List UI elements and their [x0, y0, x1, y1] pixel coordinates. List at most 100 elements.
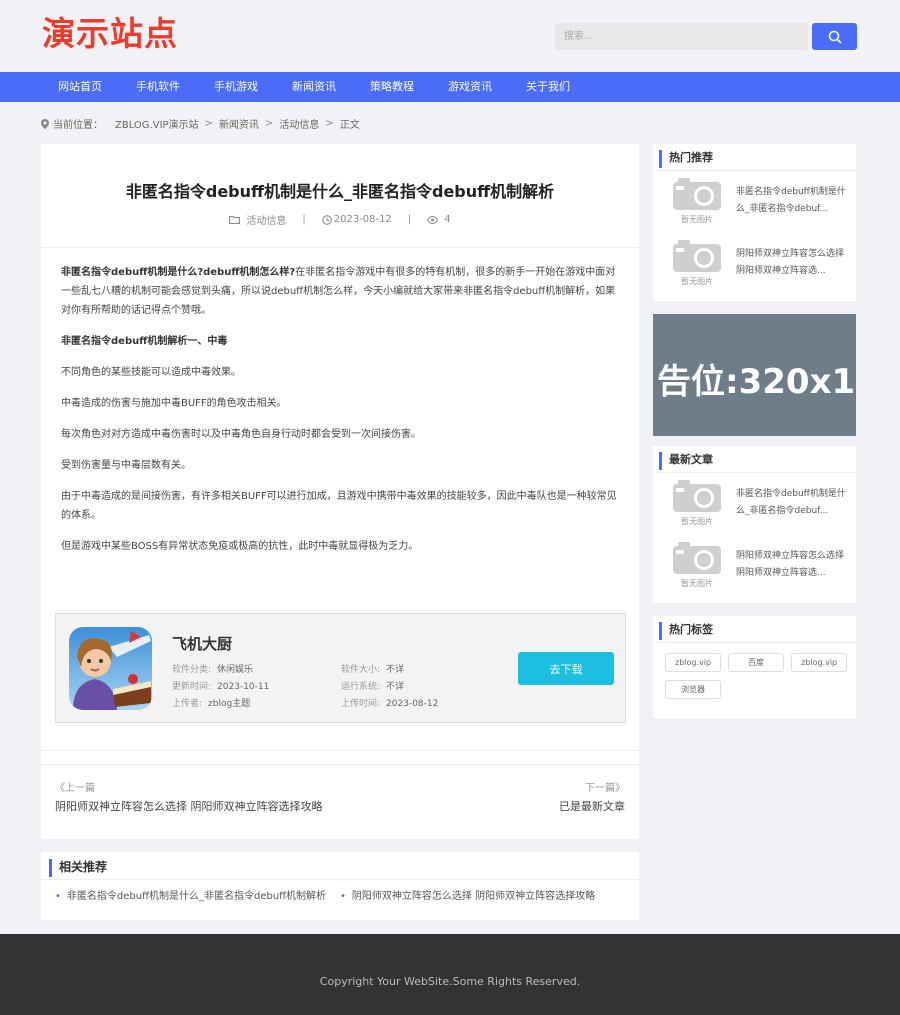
meta-separator: |	[302, 214, 306, 225]
hot-recommend-title: 热门推荐	[659, 150, 713, 168]
app-upload-time: 上传时间: 2023-08-12	[341, 699, 439, 709]
article-lead-bold: 非匿名指令debuff机制是什么?debuff机制怎么样?	[61, 267, 296, 278]
related-item[interactable]: • 阴阳师双神立阵容怎么选择 阴阳师双神立阵容选择攻略	[340, 887, 595, 902]
latest-articles-title: 最新文章	[659, 452, 713, 470]
nav-item-news[interactable]: 新闻资讯	[275, 72, 353, 102]
breadcrumb-separator: >	[204, 118, 213, 129]
hot-item[interactable]: 暂无图片 非匿名指令debuff机制是什么_非匿名指令debuf...	[653, 177, 856, 233]
hot-recommend-panel: 热门推荐 暂无图片 非匿名指令debuff机制是什么_非匿名指令debuf...…	[653, 144, 856, 301]
bullet-icon: •	[340, 891, 346, 902]
hot-tags-title: 热门标签	[659, 622, 713, 640]
camera-icon	[673, 178, 721, 210]
main-nav: 网站首页 手机软件 手机游戏 新闻资讯 策略教程 游戏资讯 关于我们	[0, 72, 900, 102]
eye-icon	[427, 215, 439, 224]
latest-item-title[interactable]: 非匿名指令debuff机制是什么_非匿名指令debuf...	[736, 486, 851, 520]
nav-item-about[interactable]: 关于我们	[509, 72, 587, 102]
camera-icon	[673, 240, 721, 272]
related-title: 相关推荐	[49, 859, 107, 877]
app-name: 飞机大厨	[172, 635, 233, 653]
latest-item[interactable]: 暂无图片 阴阳师双神立阵容怎么选择 阴阳师双神立阵容选...	[653, 541, 856, 597]
search-input[interactable]	[555, 23, 808, 50]
divider	[41, 879, 639, 880]
breadcrumb-current: 正文	[339, 120, 360, 131]
latest-item[interactable]: 暂无图片 非匿名指令debuff机制是什么_非匿名指令debuf...	[653, 479, 856, 535]
next-article-link: 已是最新文章	[559, 800, 625, 813]
nav-item-game-news[interactable]: 游戏资讯	[431, 72, 509, 102]
app-os: 运行系统: 不详	[341, 682, 405, 692]
divider	[653, 170, 856, 171]
divider	[41, 764, 639, 765]
app-icon[interactable]	[69, 627, 152, 710]
nav-item-home[interactable]: 网站首页	[41, 72, 119, 102]
article-subheading: 非匿名指令debuff机制解析一、中毒	[61, 336, 228, 347]
folder-icon	[229, 216, 241, 224]
bullet-icon: •	[55, 891, 61, 902]
article-date: 2023-08-12	[333, 214, 392, 225]
app-download-card: 飞机大厨 软件分类: 休闲娱乐 软件大小: 不详 更新时间: 2023-10-11 运…	[55, 613, 626, 723]
meta-separator: |	[407, 214, 412, 225]
app-size: 软件大小: 不详	[341, 665, 405, 675]
hot-item[interactable]: 暂无图片 阴阳师双神立阵容怎么选择 阴阳师双神立阵容选...	[653, 239, 856, 295]
article-paragraph: 不同角色的某些技能可以造成中毒效果。	[61, 367, 241, 378]
site-footer: Copyright Your WebSite.Some Rights Reser…	[0, 934, 900, 1015]
article-body: 非匿名指令debuff机制是什么?debuff机制怎么样?在非匿名指令游戏中有很…	[61, 263, 621, 568]
search-icon	[828, 30, 842, 44]
placeholder-thumbnail: 暂无图片	[668, 479, 726, 535]
download-button[interactable]: 去下载	[518, 652, 614, 685]
nav-item-mobile-software[interactable]: 手机软件	[119, 72, 197, 102]
article-paragraph: 但是游戏中某些BOSS有异常状态免疫或极高的抗性，此时中毒就显得极为乏力。	[61, 541, 419, 552]
breadcrumb-news[interactable]: 新闻资讯	[219, 116, 259, 131]
app-uploader: 上传者: zblog主题	[172, 699, 251, 709]
breadcrumb-separator: >	[264, 118, 274, 129]
ad-banner[interactable]: 告位:320x1	[653, 314, 856, 436]
article-paragraph: 受到伤害量与中毒层数有关。	[61, 460, 191, 471]
search-button[interactable]	[812, 23, 857, 50]
location-pin-icon	[41, 118, 49, 129]
article-paragraph: 中毒造成的伤害与施加中毒BUFF的角色攻击相关。	[61, 398, 287, 409]
article-category[interactable]: 活动信息	[246, 212, 286, 227]
divider	[41, 750, 639, 751]
article-title: 非匿名指令debuff机制是什么_非匿名指令debuff机制解析	[125, 182, 555, 201]
clock-icon	[321, 214, 332, 225]
app-updated: 更新时间: 2023-10-11	[172, 682, 270, 692]
tag[interactable]: 浏览器	[665, 680, 721, 699]
article-lead: 非匿名指令debuff机制是什么?debuff机制怎么样?在非匿名指令游戏中有很…	[61, 263, 621, 320]
hot-tags-panel: 热门标签 zblog.vip 百度 zblog.vip 浏览器	[653, 616, 856, 718]
placeholder-thumbnail: 暂无图片	[668, 177, 726, 233]
article-paragraph: 每次角色对对方造成中毒伤害时以及中毒角色自身行动时都会受到一次间接伤害。	[61, 429, 421, 440]
breadcrumb: 当前位置： ZBLOG.VIP演示站 > 新闻资讯 > 活动信息 > 正文	[41, 116, 360, 131]
nav-item-guides[interactable]: 策略教程	[353, 72, 431, 102]
tag[interactable]: zblog.vip	[791, 653, 848, 672]
latest-articles-panel: 最新文章 暂无图片 非匿名指令debuff机制是什么_非匿名指令debuf...…	[653, 446, 856, 603]
camera-icon	[673, 542, 721, 574]
breadcrumb-activity[interactable]: 活动信息	[279, 116, 319, 131]
placeholder-thumbnail: 暂无图片	[668, 239, 726, 295]
hot-item-title[interactable]: 非匿名指令debuff机制是什么_非匿名指令debuf...	[736, 184, 851, 218]
ad-text: 告位:320x1	[657, 362, 856, 402]
placeholder-thumbnail: 暂无图片	[668, 541, 726, 597]
nav-item-mobile-games[interactable]: 手机游戏	[197, 72, 275, 102]
app-category: 软件分类: 休闲娱乐	[172, 665, 254, 675]
article-paragraph: 由于中毒造成的是间接伤害，有许多相关BUFF可以进行加成，且游戏中携带中毒效果的…	[61, 491, 617, 521]
breadcrumb-label: 当前位置：	[53, 120, 103, 131]
divider	[653, 472, 856, 473]
site-logo[interactable]: 演示站点	[42, 14, 178, 54]
copyright-text: Copyright Your WebSite.Some Rights Reser…	[319, 975, 581, 988]
divider	[653, 642, 856, 643]
camera-icon	[673, 480, 721, 512]
breadcrumb-separator: >	[325, 118, 334, 129]
next-article-label: 下一篇》	[585, 783, 625, 794]
prev-article-label: 《上一篇	[55, 783, 95, 794]
breadcrumb-home[interactable]: ZBLOG.VIP演示站	[115, 116, 199, 131]
article-views: 4	[444, 214, 451, 225]
prev-article-link[interactable]: 阴阳师双神立阵容怎么选择 阴阳师双神立阵容选择攻略	[55, 798, 323, 814]
site-header: 演示站点	[0, 0, 900, 72]
tag-list: zblog.vip 百度 zblog.vip 浏览器	[665, 653, 850, 699]
article-meta: 活动信息 | 2023-08-12 | 4	[41, 212, 639, 227]
hot-item-title[interactable]: 阴阳师双神立阵容怎么选择 阴阳师双神立阵容选...	[736, 246, 851, 280]
related-item[interactable]: • 非匿名指令debuff机制是什么_非匿名指令debuff机制解析	[55, 887, 326, 902]
tag[interactable]: 百度	[728, 653, 785, 672]
latest-item-title[interactable]: 阴阳师双神立阵容怎么选择 阴阳师双神立阵容选...	[736, 548, 851, 582]
article-panel: 非匿名指令debuff机制是什么_非匿名指令debuff机制解析 活动信息 | …	[41, 144, 639, 839]
tag[interactable]: zblog.vip	[665, 653, 722, 672]
